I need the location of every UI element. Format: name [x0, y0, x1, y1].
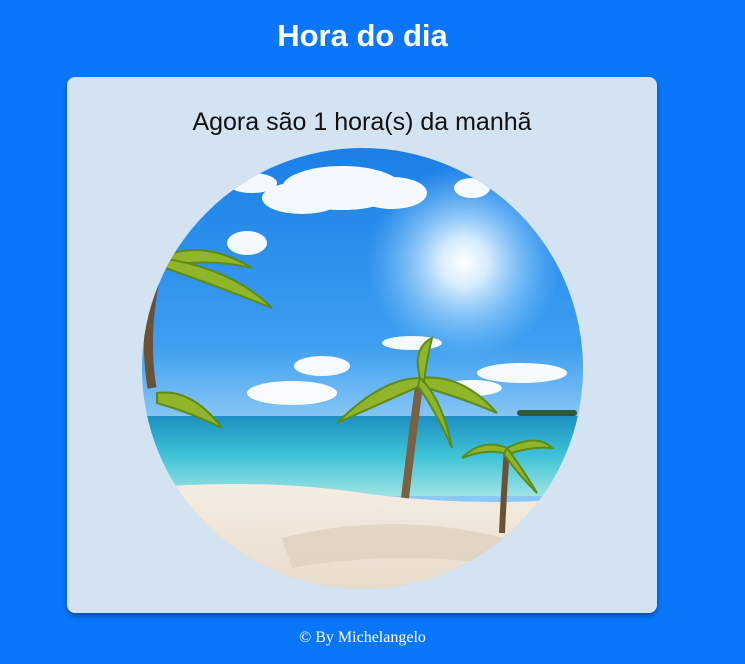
- page: Hora do dia Agora são 1 hora(s) da manhã: [0, 0, 745, 664]
- time-card: Agora são 1 hora(s) da manhã: [67, 77, 657, 613]
- footer-copyright: © By Michelangelo: [299, 629, 426, 646]
- time-message: Agora são 1 hora(s) da manhã: [192, 108, 532, 136]
- page-title: Hora do dia: [277, 18, 448, 53]
- beach-palm-trees-image: [142, 148, 583, 589]
- beach-image: [142, 148, 583, 589]
